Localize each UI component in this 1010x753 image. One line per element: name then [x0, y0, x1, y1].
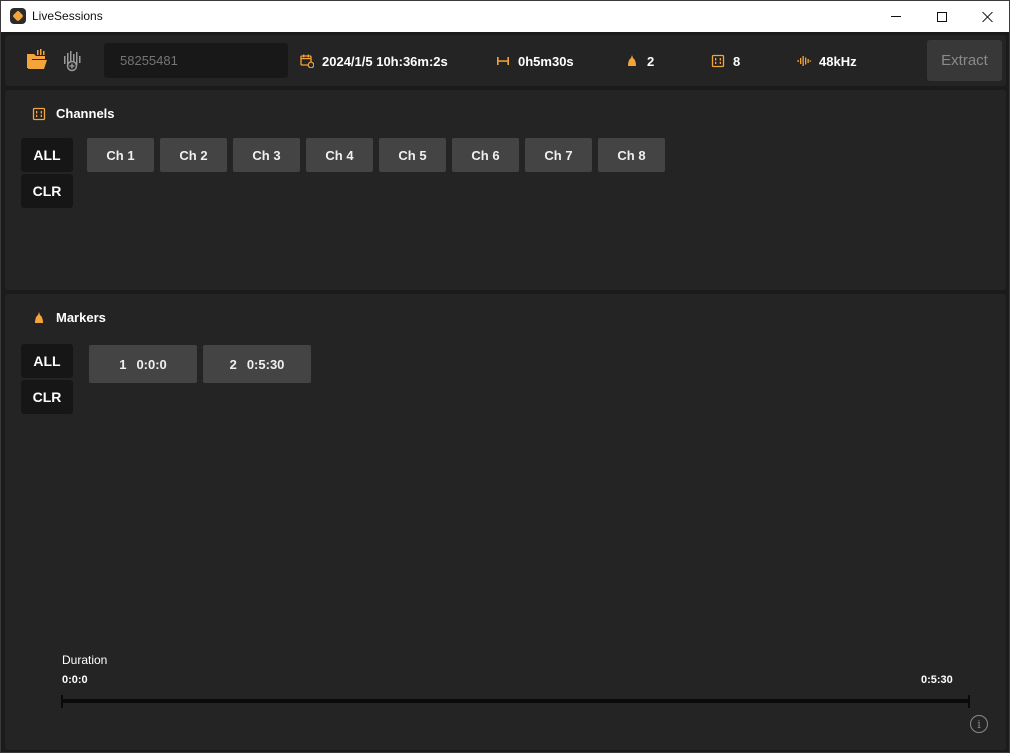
marker-index: 2 — [229, 356, 237, 372]
marker-bell-icon — [32, 311, 46, 325]
toolbar: 2024/1/5 10h:36m:2s 0h5m30s 2 — [5, 35, 1006, 86]
markers-clear-button[interactable]: CLR — [21, 380, 73, 414]
session-duration: 0h5m30s — [496, 52, 574, 70]
channels-panel: Channels ALL CLR Ch 1 Ch 2 Ch 3 Ch 4 Ch … — [5, 90, 1006, 290]
timeline-end-handle[interactable] — [968, 695, 970, 708]
duration-end: 0:5:30 — [921, 674, 953, 686]
maximize-button[interactable] — [919, 1, 965, 32]
close-button[interactable] — [965, 1, 1010, 32]
marker-count-value: 2 — [647, 53, 655, 69]
marker-index: 1 — [119, 356, 127, 372]
session-date-value: 2024/1/5 10h:36m:2s — [322, 53, 448, 69]
session-duration-value: 0h5m30s — [518, 53, 574, 69]
marker-count: 2 — [625, 52, 654, 70]
folder-open-icon[interactable] — [25, 48, 49, 72]
sample-rate: 48kHz — [797, 52, 857, 70]
channel-button-3[interactable]: Ch 3 — [233, 138, 300, 172]
extract-button[interactable]: Extract — [927, 40, 1002, 81]
duration-start: 0:0:0 — [62, 674, 88, 686]
calendar-clock-icon — [300, 54, 315, 69]
duration-timeline[interactable] — [62, 699, 970, 703]
marker-button-1[interactable]: 1 0:0:0 — [89, 345, 197, 383]
channel-button-1[interactable]: Ch 1 — [87, 138, 154, 172]
channel-button-6[interactable]: Ch 6 — [452, 138, 519, 172]
channels-title: Channels — [56, 106, 115, 121]
session-id-input[interactable] — [104, 43, 288, 78]
timeline-start-handle[interactable] — [61, 695, 63, 708]
channel-button-4[interactable]: Ch 4 — [306, 138, 373, 172]
markers-title: Markers — [56, 310, 106, 325]
duration-span-icon — [496, 54, 510, 68]
markers-all-button[interactable]: ALL — [21, 344, 73, 378]
marker-time: 0:5:30 — [246, 356, 285, 372]
window-title: LiveSessions — [32, 9, 103, 23]
duration-label: Duration — [62, 653, 108, 667]
waveform-icon — [797, 54, 811, 68]
channel-count: 8 — [711, 52, 740, 70]
app-window: LiveSessions 58255481 2024/1/5 10h:36m:2… — [0, 0, 1010, 753]
sample-rate-value: 48kHz — [819, 53, 857, 69]
marker-button-2[interactable]: 2 0:5:30 — [203, 345, 311, 383]
channel-button-5[interactable]: Ch 5 — [379, 138, 446, 172]
channels-grid-icon — [711, 54, 725, 68]
channels-header: Channels — [32, 106, 115, 121]
app-logo-icon — [10, 8, 26, 24]
markers-header: Markers — [32, 310, 106, 325]
channels-grid-icon — [32, 107, 46, 121]
channels-clear-button[interactable]: CLR — [21, 174, 73, 208]
channels-all-button[interactable]: ALL — [21, 138, 73, 172]
title-bar: LiveSessions — [1, 1, 1009, 32]
markers-panel: Markers ALL CLR 1 0:0:0 2 0:5:30 Duratio… — [5, 294, 1006, 750]
session-date: 2024/1/5 10h:36m:2s — [300, 52, 448, 70]
channel-button-7[interactable]: Ch 7 — [525, 138, 592, 172]
channel-button-8[interactable]: Ch 8 — [598, 138, 665, 172]
channel-count-value: 8 — [733, 53, 741, 69]
channel-button-2[interactable]: Ch 2 — [160, 138, 227, 172]
marker-time: 0:0:0 — [136, 356, 167, 372]
marker-bell-icon — [625, 54, 639, 68]
waveform-plus-icon[interactable] — [61, 48, 85, 72]
info-icon[interactable]: i — [970, 715, 988, 733]
minimize-button[interactable] — [873, 1, 919, 32]
